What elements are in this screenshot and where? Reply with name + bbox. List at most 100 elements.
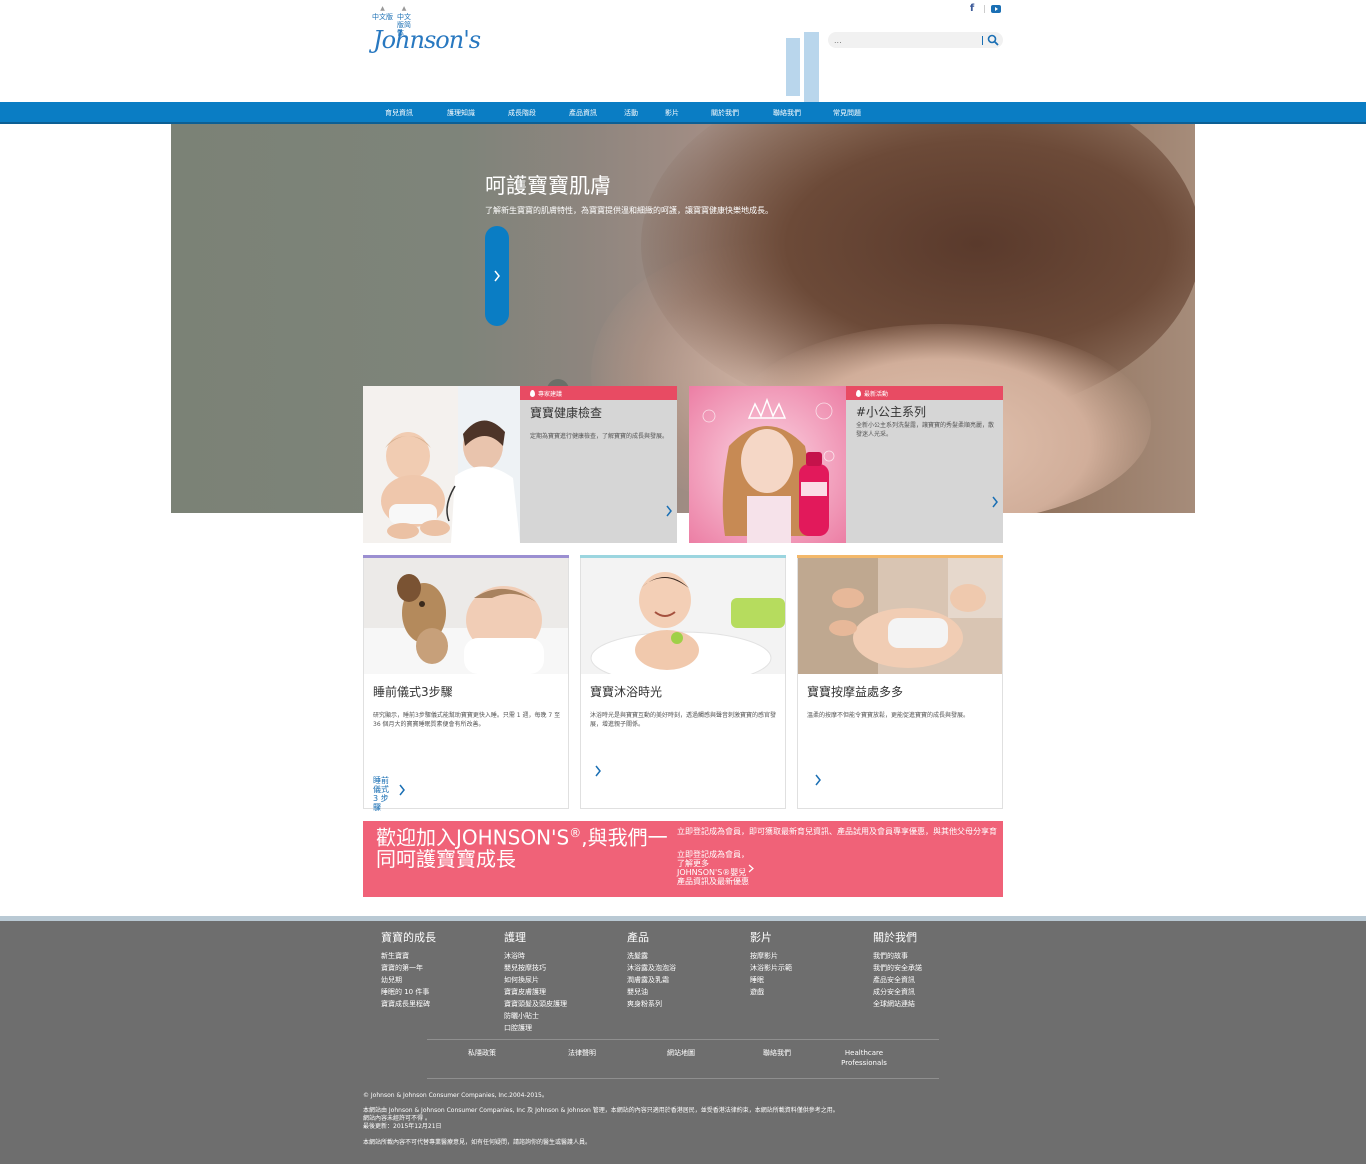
page: ▲ 中文版 ▲ 中文版简体 Johnson's f 育兒資訊 xyxy=(0,0,1366,1164)
footer-link[interactable]: 睡眠 xyxy=(750,974,870,986)
search-icon[interactable] xyxy=(986,33,1000,47)
article-card[interactable]: 寶寶按摩益處多多 溫柔的按摩不但能令寶寶放鬆，更能促進寶寶的成長與發展。 xyxy=(797,555,1003,809)
hero-subtitle: 了解新生寶寶的肌膚特性，為寶寶提供溫和細緻的呵護，讓寶寶健康快樂地成長。 xyxy=(485,206,773,215)
johnsons-logo[interactable]: Johnson's xyxy=(373,26,481,54)
footer-link[interactable]: 寶寶皮膚護理 xyxy=(504,986,624,998)
footer-bottom-link[interactable]: 聯絡我們 xyxy=(763,1048,791,1058)
copyright: © Johnson & Johnson Consumer Companies, … xyxy=(363,1092,548,1099)
banner-title: 歡迎加入JOHNSON'S®,與我們一同呵護寶寶成長 xyxy=(376,825,668,871)
footer-heading: 影片 xyxy=(750,931,772,944)
footer-link[interactable]: 按摩影片 xyxy=(750,950,870,962)
chevron-right-icon[interactable] xyxy=(398,784,406,796)
divider xyxy=(984,5,985,13)
footer: 寶寶的成長 新生寶寶 寶寶的第一年 幼兒期 睡眠的 10 件事 寶寶成長里程碑 … xyxy=(0,921,1366,1164)
nav-item[interactable]: 常見問題 xyxy=(833,108,861,118)
footer-link[interactable]: 寶寶頭髮及頭皮護理 xyxy=(504,998,624,1010)
signup-banner: 歡迎加入JOHNSON'S®,與我們一同呵護寶寶成長 立即登記成為會員，即可獲取… xyxy=(363,821,1003,897)
flag-icon: ▲ xyxy=(380,5,385,12)
card-title: 寶寶健康檢查 xyxy=(530,406,603,420)
youtube-icon[interactable] xyxy=(991,5,1001,13)
card-text: 全新小公主系列洗髮露，讓寶寶的秀髮柔順亮麗，散發迷人光采。 xyxy=(856,422,995,438)
footer-link[interactable]: 新生寶寶 xyxy=(381,950,501,962)
feature-card[interactable]: 最新活動 #小公主系列 全新小公主系列洗髮露，讓寶寶的秀髮柔順亮麗，散發迷人光采… xyxy=(689,386,1003,543)
signup-link[interactable]: 立即登記成為會員，了解更多 JOHNSON'S®嬰兒產品資訊及最新優惠 xyxy=(677,850,753,886)
facebook-icon[interactable]: f xyxy=(966,3,978,15)
disclaimer: 本網站所載內容不可代替專業醫療意見，如有任何疑問，請諮詢你的醫生或醫護人員。 xyxy=(363,1139,592,1146)
footer-bottom-link[interactable]: 法律聲明 xyxy=(568,1048,596,1058)
footer-link[interactable]: 如何換尿片 xyxy=(504,974,624,986)
footer-column: 寶寶的成長 新生寶寶 寶寶的第一年 幼兒期 睡眠的 10 件事 寶寶成長里程碑 xyxy=(381,929,501,1010)
footer-link[interactable]: 沐浴影片示範 xyxy=(750,962,870,974)
nav-item[interactable]: 成長階段 xyxy=(508,108,536,118)
banner-text: 立即登記成為會員，即可獲取最新育兒資訊、產品試用及會員專享優惠，與其他父母分享育… xyxy=(677,827,997,836)
legal-text: 本網站由 Johnson & Johnson Consumer Companie… xyxy=(363,1107,839,1114)
card-title: 寶寶按摩益處多多 xyxy=(807,685,904,699)
nav-item[interactable]: 育兒資訊 xyxy=(385,108,413,118)
article-card[interactable]: 睡前儀式3步驟 研究顯示，睡前3步驟儀式能幫助寶寶更快入睡。只需 1 週，每晚 … xyxy=(363,555,569,812)
footer-link[interactable]: 產品安全資訊 xyxy=(873,974,993,986)
footer-link[interactable]: 幼兒期 xyxy=(381,974,501,986)
header: ▲ 中文版 ▲ 中文版简体 Johnson's f xyxy=(0,0,1366,102)
doctor-baby-image xyxy=(363,386,520,543)
chevron-right-icon[interactable] xyxy=(665,505,673,517)
footer-link[interactable]: 沐浴時 xyxy=(504,950,624,962)
card-title: 寶寶沐浴時光 xyxy=(590,685,663,699)
footer-link[interactable]: 防曬小貼士 xyxy=(504,1010,624,1022)
read-more-link[interactable]: 睡前儀式 3 步驟 xyxy=(373,776,393,812)
footer-link[interactable]: 洗髮露 xyxy=(627,950,747,962)
footer-column: 影片 按摩影片 沐浴影片示範 睡眠 遊戲 xyxy=(750,929,870,998)
nav-item[interactable]: 影片 xyxy=(665,108,679,118)
chevron-right-icon[interactable] xyxy=(748,864,754,873)
hero-cta-button[interactable] xyxy=(485,226,509,326)
decorative-bar xyxy=(804,32,819,102)
footer-link[interactable]: 我們的安全承諾 xyxy=(873,962,993,974)
nav-item[interactable]: 活動 xyxy=(624,108,638,118)
footer-link[interactable]: 嬰兒油 xyxy=(627,986,747,998)
card-text: 定期為寶寶進行健康檢查，了解寶寶的成長與發展。 xyxy=(530,433,669,440)
nav-item[interactable]: 護理知識 xyxy=(447,108,475,118)
hero-banner xyxy=(171,124,1195,513)
card-text: 沐浴時光是與寶寶互動的美好時刻，透過觸感與聲音刺激寶寶的感官發展，增進親子關係。 xyxy=(590,712,777,728)
footer-divider xyxy=(427,1078,939,1079)
chevron-right-icon[interactable] xyxy=(594,765,602,777)
footer-link[interactable]: 全球網站連結 xyxy=(873,998,993,1010)
footer-bottom-link[interactable]: Healthcare Professionals xyxy=(839,1048,889,1068)
footer-link[interactable]: 沐浴露及泡泡浴 xyxy=(627,962,747,974)
footer-link[interactable]: 寶寶成長里程碑 xyxy=(381,998,501,1010)
footer-divider xyxy=(427,1039,939,1040)
article-card[interactable]: 寶寶沐浴時光 沐浴時光是與寶寶互動的美好時刻，透過觸感與聲音刺激寶寶的感官發展，… xyxy=(580,555,786,809)
footer-link[interactable]: 成分安全資訊 xyxy=(873,986,993,998)
chevron-right-icon[interactable] xyxy=(814,774,822,786)
footer-link[interactable]: 口腔護理 xyxy=(504,1022,624,1034)
card-title: #小公主系列 xyxy=(856,405,927,419)
footer-link[interactable]: 我們的故事 xyxy=(873,950,993,962)
nav-item[interactable]: 產品資訊 xyxy=(569,108,597,118)
footer-link[interactable]: 爽身粉系列 xyxy=(627,998,747,1010)
chevron-right-icon[interactable] xyxy=(991,496,999,508)
search-box xyxy=(828,32,1003,48)
sleeping-baby-image xyxy=(364,558,568,674)
footer-link[interactable]: 遊戲 xyxy=(750,986,870,998)
footer-bottom-link[interactable]: 網站地圖 xyxy=(667,1048,695,1058)
last-updated: 最後更新：2015年12月21日 xyxy=(363,1123,442,1130)
social-links: f xyxy=(966,3,1001,15)
category-tag: 專家建議 xyxy=(520,386,677,400)
feature-card[interactable]: 專家建議 寶寶健康檢查 定期為寶寶進行健康檢查，了解寶寶的成長與發展。 xyxy=(363,386,677,543)
bath-baby-image xyxy=(581,558,785,674)
footer-bottom-link[interactable]: 私隱政策 xyxy=(468,1048,496,1058)
footer-column: 產品 洗髮露 沐浴露及泡泡浴 潤膚露及乳霜 嬰兒油 爽身粉系列 xyxy=(627,929,747,1010)
footer-link[interactable]: 潤膚露及乳霜 xyxy=(627,974,747,986)
main-nav: 育兒資訊 護理知識 成長階段 產品資訊 活動 影片 關於我們 聯絡我們 常見問題 xyxy=(0,102,1366,124)
legal-text: 網站內容未經許可不得 。 xyxy=(363,1115,431,1122)
nav-item[interactable]: 關於我們 xyxy=(711,108,739,118)
card-title: 睡前儀式3步驟 xyxy=(373,685,453,699)
footer-link[interactable]: 嬰兒按摩技巧 xyxy=(504,962,624,974)
footer-link[interactable]: 寶寶的第一年 xyxy=(381,962,501,974)
footer-heading: 產品 xyxy=(627,931,649,944)
nav-item[interactable]: 聯絡我們 xyxy=(773,108,801,118)
search-input[interactable] xyxy=(834,34,979,46)
footer-link[interactable]: 睡眠的 10 件事 xyxy=(381,986,501,998)
footer-column: 關於我們 我們的故事 我們的安全承諾 產品安全資訊 成分安全資訊 全球網站連結 xyxy=(873,929,993,1010)
drop-icon xyxy=(856,390,861,397)
footer-heading: 寶寶的成長 xyxy=(381,931,436,944)
